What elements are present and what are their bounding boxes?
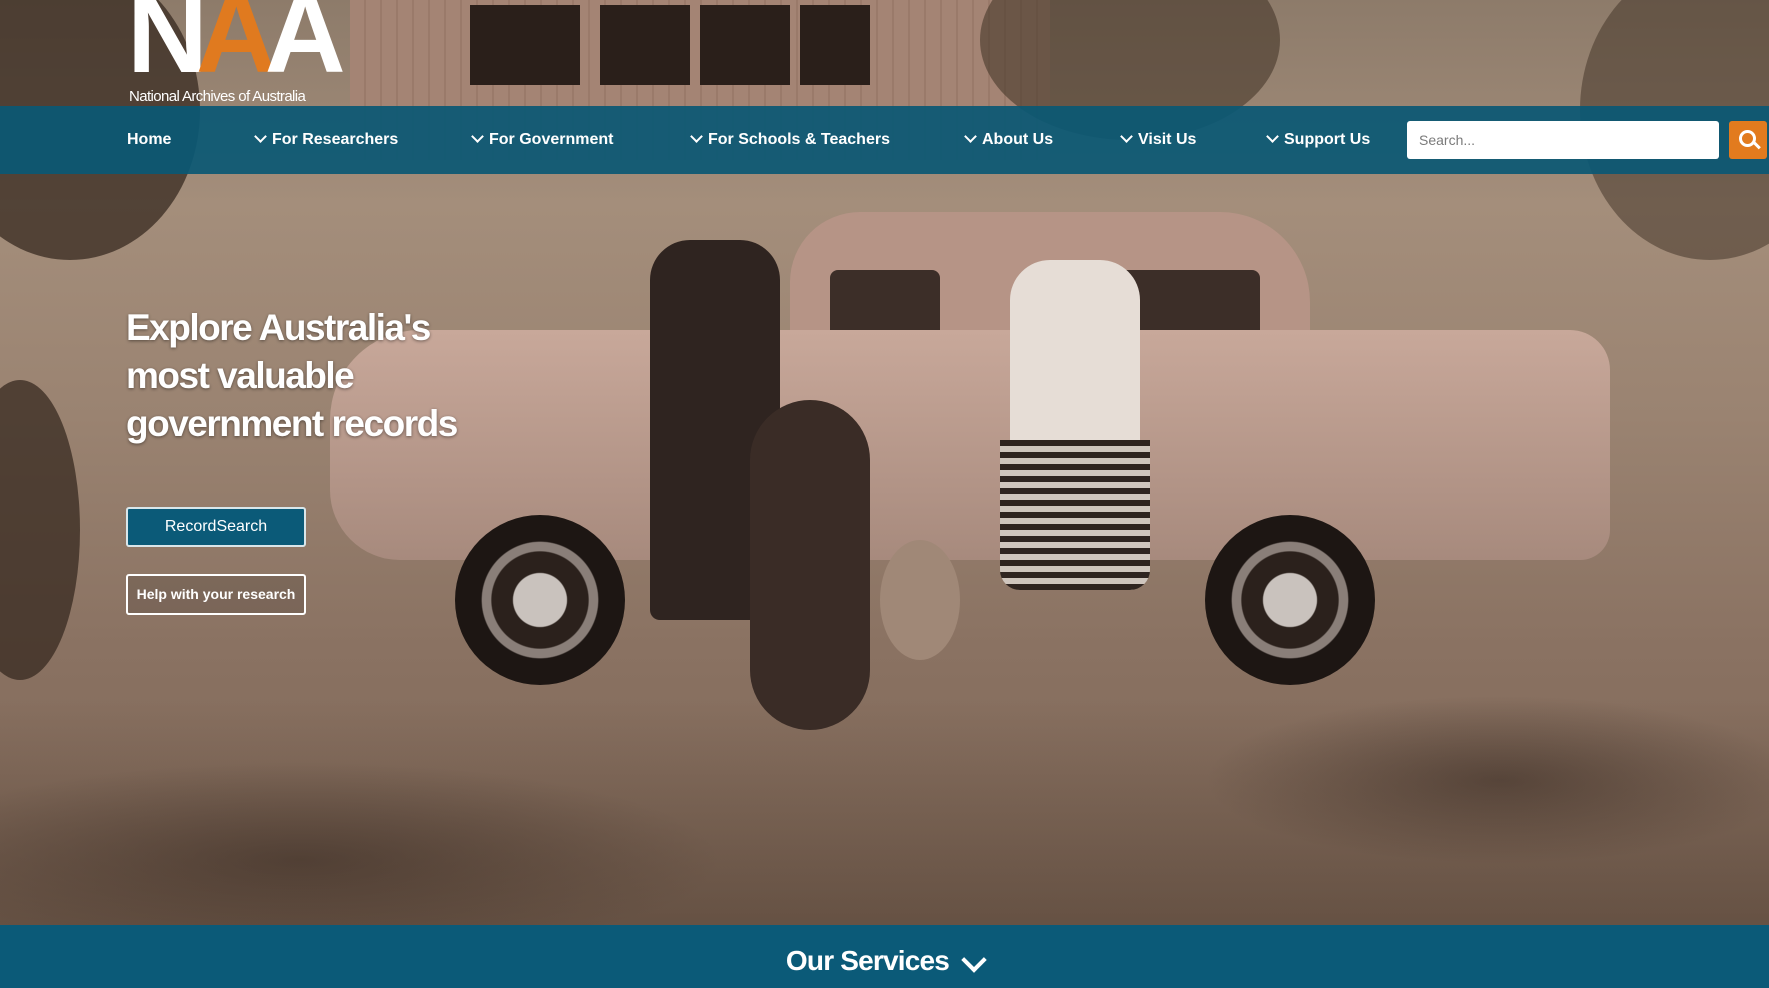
our-services-toggle[interactable]: Our Services bbox=[0, 925, 1769, 988]
nav-home-label: Home bbox=[127, 131, 172, 148]
search-input[interactable] bbox=[1407, 121, 1719, 159]
chevron-down-icon bbox=[471, 130, 484, 143]
logo-monogram: NAA bbox=[127, 0, 346, 96]
nav-support-us[interactable]: Support Us bbox=[1266, 106, 1371, 174]
search-button[interactable] bbox=[1729, 121, 1767, 159]
hero-title: Explore Australia's most valuable govern… bbox=[126, 304, 506, 448]
hero-title-line: Explore Australia's bbox=[126, 307, 431, 348]
chevron-down-icon bbox=[254, 130, 267, 143]
naa-logo[interactable]: NAA National Archives of Australia bbox=[127, 0, 357, 106]
nav-for-schools-teachers-label: For Schools & Teachers bbox=[708, 131, 890, 148]
nav-about-us[interactable]: About Us bbox=[964, 106, 1054, 174]
chevron-down-icon bbox=[961, 947, 987, 973]
nav-for-researchers[interactable]: For Researchers bbox=[254, 106, 399, 174]
nav-for-schools-teachers[interactable]: For Schools & Teachers bbox=[690, 106, 890, 174]
nav-about-us-label: About Us bbox=[982, 131, 1054, 148]
chevron-down-icon bbox=[1120, 130, 1133, 143]
hero-title-line: government records bbox=[126, 403, 458, 444]
recordsearch-button[interactable]: RecordSearch bbox=[126, 507, 306, 547]
chevron-down-icon bbox=[1266, 130, 1279, 143]
nav-visit-us[interactable]: Visit Us bbox=[1120, 106, 1197, 174]
nav-home[interactable]: Home bbox=[127, 106, 171, 174]
help-with-research-button[interactable]: Help with your research bbox=[126, 574, 306, 615]
chevron-down-icon bbox=[964, 130, 977, 143]
chevron-down-icon bbox=[690, 130, 703, 143]
hero-title-line: most valuable bbox=[126, 355, 355, 396]
nav-for-government-label: For Government bbox=[489, 131, 614, 148]
nav-for-researchers-label: For Researchers bbox=[272, 131, 399, 148]
nav-support-us-label: Support Us bbox=[1284, 131, 1371, 148]
logo-tagline: National Archives of Australia bbox=[129, 88, 306, 105]
nav-visit-us-label: Visit Us bbox=[1138, 131, 1197, 148]
our-services-label: Our Services bbox=[785, 945, 950, 976]
nav-for-government[interactable]: For Government bbox=[471, 106, 614, 174]
